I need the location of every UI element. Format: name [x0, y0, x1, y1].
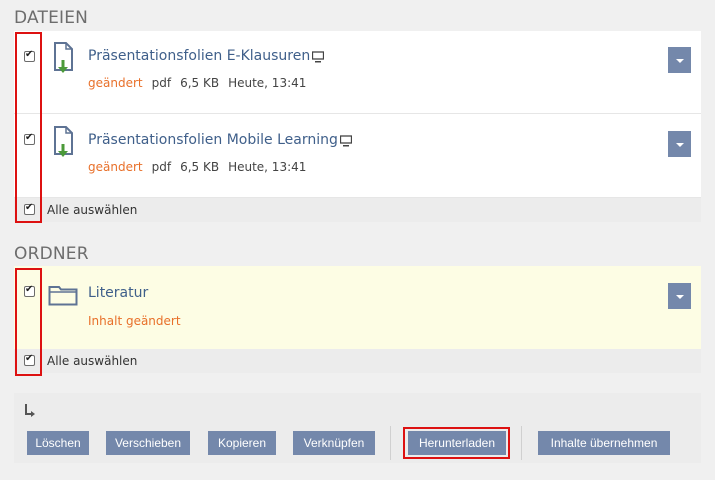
action-separator: [390, 426, 391, 460]
take-content-button[interactable]: Inhalte übernehmen: [538, 431, 670, 455]
folder-row[interactable]: Literatur Inhalt geändert: [14, 266, 701, 349]
files-select-all-label: Alle auswählen: [47, 203, 138, 217]
folder-title[interactable]: Literatur: [88, 285, 148, 301]
checkbox-highlight-folders: [15, 268, 42, 376]
files-select-all-row[interactable]: Alle auswählen: [14, 198, 701, 222]
file-download-icon: [54, 42, 73, 73]
copy-button[interactable]: Kopieren: [208, 431, 276, 455]
file-type: pdf: [151, 76, 172, 90]
move-button[interactable]: Verschieben: [106, 431, 190, 455]
folder-icon: [48, 286, 78, 306]
download-button-highlight: [403, 427, 510, 459]
link-button[interactable]: Verknüpfen: [293, 431, 375, 455]
file-actions-dropdown[interactable]: [668, 131, 691, 157]
files-panel: Präsentationsfolien E-Klausuren geändert…: [14, 31, 701, 222]
file-title[interactable]: Präsentationsfolien E-Klausuren: [88, 48, 310, 64]
selection-arrow-icon: [25, 404, 35, 417]
file-actions-dropdown[interactable]: [668, 47, 691, 73]
file-date: Heute, 13:41: [228, 76, 307, 90]
actions-bar: Löschen Verschieben Kopieren Verknüpfen …: [14, 393, 701, 463]
monitor-icon: [312, 51, 324, 63]
file-row[interactable]: Präsentationsfolien E-Klausuren geändert…: [14, 31, 701, 114]
file-meta: geändert pdf 6,5 KB Heute, 13:41: [88, 76, 315, 90]
file-type: pdf: [151, 160, 172, 174]
file-status: geändert: [88, 76, 143, 90]
file-date: Heute, 13:41: [228, 160, 307, 174]
action-separator: [521, 426, 522, 460]
folder-status: Inhalt geändert: [88, 314, 181, 328]
file-meta: geändert pdf 6,5 KB Heute, 13:41: [88, 160, 315, 174]
files-section-title: DATEIEN: [14, 8, 89, 28]
folders-select-all-label: Alle auswählen: [47, 354, 138, 368]
file-row[interactable]: Präsentationsfolien Mobile Learning geän…: [14, 114, 701, 198]
folders-section-title: ORDNER: [14, 244, 89, 264]
file-size: 6,5 KB: [180, 160, 220, 174]
folder-meta: Inhalt geändert: [88, 314, 190, 328]
file-status: geändert: [88, 160, 143, 174]
file-download-icon: [54, 126, 73, 157]
file-title[interactable]: Präsentationsfolien Mobile Learning: [88, 132, 338, 148]
folders-panel: Literatur Inhalt geändert Alle auswählen: [14, 266, 701, 373]
monitor-icon: [340, 135, 352, 147]
file-size: 6,5 KB: [180, 76, 220, 90]
folder-actions-dropdown[interactable]: [668, 283, 691, 309]
delete-button[interactable]: Löschen: [27, 431, 89, 455]
checkbox-highlight-files: [15, 32, 42, 223]
folders-select-all-row[interactable]: Alle auswählen: [14, 349, 701, 373]
